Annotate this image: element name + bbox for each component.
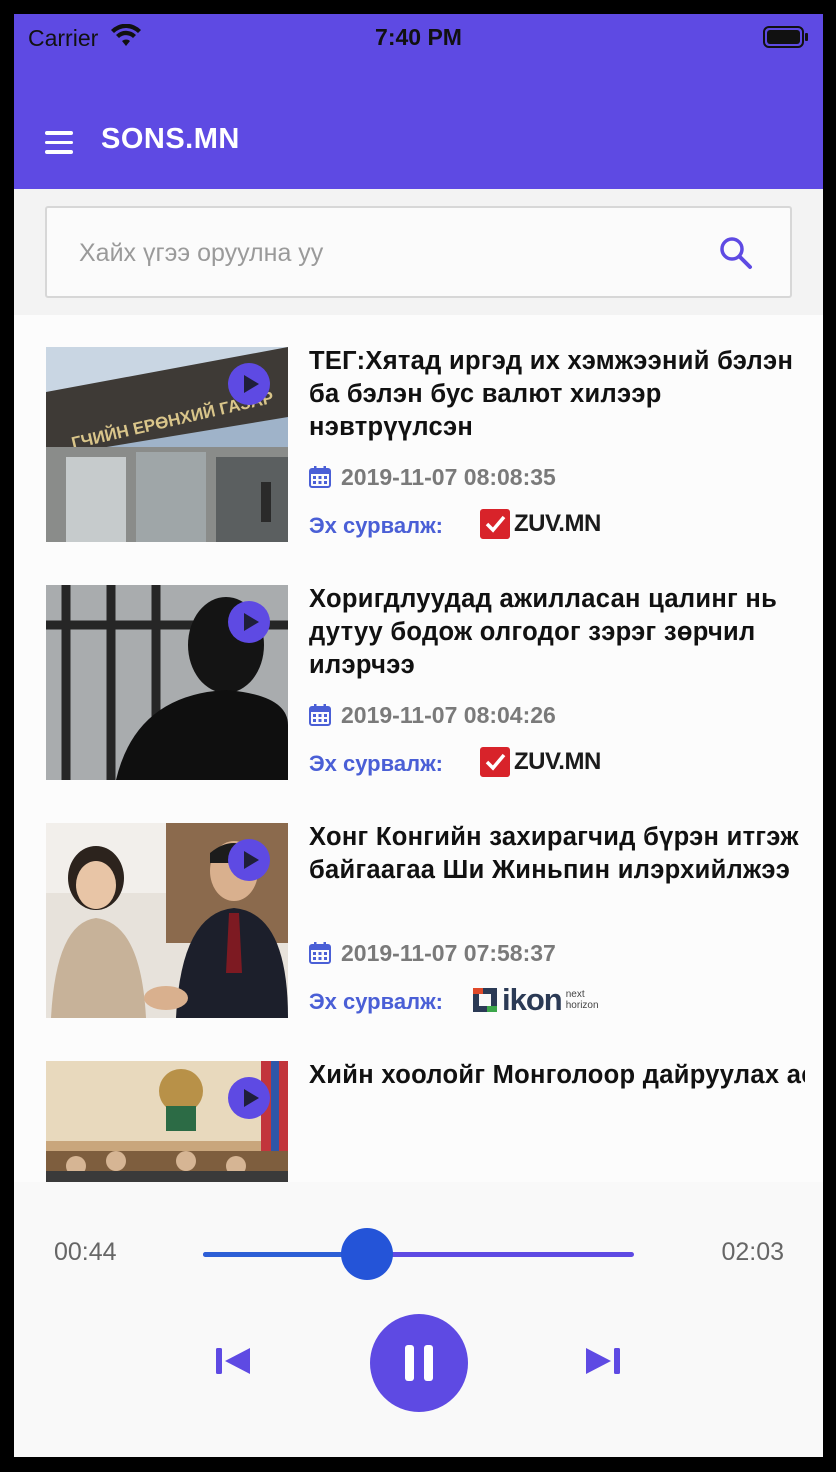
news-date: 2019-11-07 08:08:35 (309, 464, 556, 491)
calendar-icon (309, 466, 331, 488)
news-date-text: 2019-11-07 08:08:35 (341, 464, 556, 490)
news-title[interactable]: Хонг Конгийн захирагчид бүрэн итгэж байг… (309, 821, 799, 887)
news-date-text: 2019-11-07 08:04:26 (341, 702, 556, 728)
app-title: SONS.MN (101, 123, 240, 155)
news-title[interactable]: Хийн хоолойг Монголоор дайруулах асуудал… (309, 1059, 805, 1092)
news-source-label: Эх сурвалж: (309, 989, 443, 1014)
search-input[interactable] (79, 235, 679, 271)
ikon-logo-icon (473, 988, 497, 1012)
source-name: ZUV.MN (514, 510, 601, 537)
source-logo: ZUV.MN (480, 507, 601, 541)
current-time: 00:44 (54, 1238, 117, 1266)
audio-player: 00:44 02:03 (14, 1182, 823, 1457)
progress-track[interactable] (203, 1252, 634, 1257)
app-screen: Carrier 7:40 PM SONS.MN Хайх үгээ оруулн… (14, 14, 823, 1457)
news-list: ГЧИЙН ЕРӨНХИЙ ГАЗАР ТЕГ:Хятад иргэд их х… (14, 315, 823, 1182)
checkmark-icon (480, 747, 510, 777)
next-track-button[interactable] (584, 1345, 622, 1377)
battery-icon (763, 26, 808, 48)
pause-button[interactable] (370, 1314, 468, 1412)
play-icon[interactable] (228, 363, 270, 405)
pause-icon (405, 1345, 433, 1381)
play-icon[interactable] (228, 601, 270, 643)
search-icon[interactable] (718, 235, 754, 271)
news-item[interactable]: Хийн хоолойг Монголоор дайруулах асуудал… (14, 1029, 823, 1182)
news-title[interactable]: ТЕГ:Хятад иргэд их хэмжээний бэлэн ба бэ… (309, 345, 799, 444)
calendar-icon (309, 704, 331, 726)
news-item[interactable]: ГЧИЙН ЕРӨНХИЙ ГАЗАР ТЕГ:Хятад иргэд их х… (14, 315, 823, 553)
total-time: 02:03 (721, 1238, 784, 1266)
search-bar (14, 189, 823, 315)
news-date: 2019-11-07 07:58:37 (309, 940, 556, 967)
previous-track-button[interactable] (214, 1345, 252, 1377)
search-box (45, 206, 792, 298)
news-source-label: Эх сурвалж: (309, 513, 443, 538)
progress-slider-handle[interactable] (340, 1228, 393, 1280)
source-logo: ZUV.MN (480, 745, 601, 779)
news-item[interactable]: Хонг Конгийн захирагчид бүрэн итгэж байг… (14, 791, 823, 1029)
news-source-label: Эх сурвалж: (309, 751, 443, 776)
source-logo: ikon next horizon (472, 982, 606, 1017)
news-title[interactable]: Хоригдлуудад ажилласан цалинг нь дутуу б… (309, 583, 799, 682)
news-item[interactable]: Хоригдлуудад ажилласан цалинг нь дутуу б… (14, 553, 823, 791)
checkmark-icon (480, 509, 510, 539)
calendar-icon (309, 942, 331, 964)
status-bar: Carrier 7:40 PM (14, 14, 823, 62)
source-name: ikon (502, 982, 563, 1017)
news-date: 2019-11-07 08:04:26 (309, 702, 556, 729)
source-tagline: next horizon (565, 989, 599, 1011)
news-date-text: 2019-11-07 07:58:37 (341, 940, 556, 966)
play-icon[interactable] (228, 1077, 270, 1119)
source-name: ZUV.MN (514, 748, 601, 775)
app-header: Carrier 7:40 PM SONS.MN (14, 14, 823, 189)
status-time: 7:40 PM (375, 24, 462, 50)
play-icon[interactable] (228, 839, 270, 881)
hamburger-menu-icon[interactable] (45, 131, 73, 154)
